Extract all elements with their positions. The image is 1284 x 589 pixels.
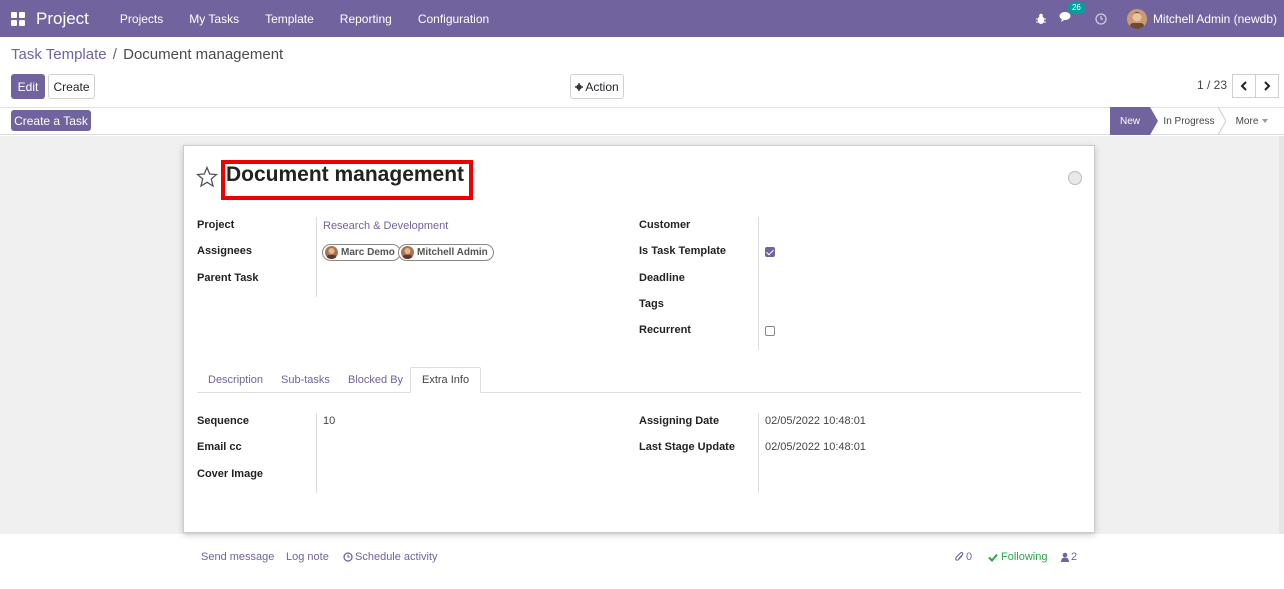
user-name[interactable]: Mitchell Admin (newdb)	[1153, 12, 1277, 26]
cover-image-label: Cover Image	[197, 468, 264, 480]
tab-extra-info[interactable]: Extra Info	[410, 367, 482, 393]
avatar	[401, 246, 414, 259]
chevron-right-icon	[1264, 81, 1271, 91]
field-divider	[316, 413, 317, 493]
breadcrumb: Task Template / Document management	[11, 46, 283, 63]
chat-count-badge: 26	[1067, 2, 1085, 14]
tab-sub-tasks[interactable]: Sub-tasks	[270, 367, 341, 393]
notebook-tabs: Description Sub-tasks Blocked By Extra I…	[197, 367, 1081, 393]
schedule-activity-label: Schedule activity	[355, 551, 438, 563]
pager-next-button[interactable]	[1255, 74, 1279, 98]
project-label: Project	[197, 219, 235, 231]
check-icon	[988, 553, 998, 562]
menu-reporting[interactable]: Reporting	[340, 12, 392, 26]
is-task-template-checkbox[interactable]	[765, 247, 775, 257]
apps-grid-icon[interactable]	[11, 11, 25, 26]
caret-down-icon	[1262, 119, 1269, 123]
task-title[interactable]: Document management	[226, 163, 464, 187]
avatar	[325, 246, 338, 259]
recurrent-label: Recurrent	[639, 324, 691, 336]
scrollbar[interactable]	[1279, 136, 1284, 534]
action-label: Action	[585, 79, 619, 94]
stage-separator	[1218, 107, 1226, 135]
form-sheet: Document management Project Research & D…	[183, 145, 1095, 533]
action-button[interactable]: Action	[570, 74, 624, 99]
chevron-left-icon	[1240, 81, 1247, 91]
assigning-date-label: Assigning Date	[639, 415, 720, 427]
assignee-tag[interactable]: Marc Demo	[322, 244, 401, 261]
assignee-name: Mitchell Admin	[417, 247, 488, 258]
menu-projects[interactable]: Projects	[120, 12, 163, 26]
create-button[interactable]: Create	[48, 74, 95, 99]
menu-configuration[interactable]: Configuration	[418, 12, 489, 26]
project-value[interactable]: Research & Development	[323, 220, 448, 232]
field-divider	[758, 413, 759, 493]
following-label: Following	[1001, 551, 1048, 563]
gear-icon	[575, 82, 584, 91]
edit-button[interactable]: Edit	[11, 74, 45, 99]
is-task-template-label: Is Task Template	[639, 245, 727, 257]
recurrent-checkbox[interactable]	[765, 326, 775, 336]
top-navbar: Project Projects My Tasks Template Repor…	[0, 0, 1284, 37]
assigning-date-value[interactable]: 02/05/2022 10:48:01	[765, 415, 866, 427]
kanban-state-circle[interactable]	[1068, 171, 1082, 185]
stage-in-progress[interactable]: In Progress	[1158, 107, 1220, 135]
create-task-button[interactable]: Create a Task	[11, 110, 91, 131]
send-message-button[interactable]: Send message	[201, 551, 274, 563]
assignee-tag[interactable]: Mitchell Admin	[398, 244, 494, 261]
attachments-count: 0	[966, 551, 973, 563]
stage-new-arrow	[1150, 107, 1158, 135]
messaging-menu[interactable]: 26	[1059, 2, 1085, 26]
stage-more-dropdown[interactable]: More	[1228, 107, 1276, 135]
star-icon[interactable]	[196, 166, 218, 188]
last-stage-update-label: Last Stage Update	[639, 441, 735, 453]
clock-icon	[343, 552, 353, 562]
menu-my-tasks[interactable]: My Tasks	[189, 12, 239, 26]
sequence-label: Sequence	[197, 415, 249, 427]
menu-template[interactable]: Template	[265, 12, 314, 26]
tab-blocked-by[interactable]: Blocked By	[337, 367, 414, 393]
paperclip-icon	[955, 552, 964, 561]
pager-previous-button[interactable]	[1232, 74, 1256, 98]
last-stage-update-value[interactable]: 02/05/2022 10:48:01	[765, 441, 866, 453]
field-divider	[316, 217, 317, 297]
app-brand[interactable]: Project	[36, 9, 89, 29]
tab-description[interactable]: Description	[197, 367, 274, 393]
assignees-label: Assignees	[197, 245, 253, 257]
attachments-button[interactable]: 0	[955, 551, 972, 563]
breadcrumb-current: Document management	[123, 46, 284, 63]
stage-new[interactable]: New	[1110, 107, 1150, 135]
pager-value[interactable]: 1 / 23	[1197, 78, 1227, 92]
user-avatar[interactable]	[1126, 8, 1147, 29]
activity-clock-icon[interactable]	[1095, 12, 1107, 25]
following-button[interactable]: Following	[988, 551, 1047, 563]
sequence-value[interactable]: 10	[323, 415, 335, 427]
user-icon	[1061, 552, 1069, 562]
form-statusbar	[0, 107, 1284, 135]
customer-label: Customer	[639, 219, 691, 231]
log-note-button[interactable]: Log note	[286, 551, 329, 563]
followers-button[interactable]: 2	[1061, 551, 1077, 563]
breadcrumb-separator: /	[112, 46, 117, 63]
deadline-label: Deadline	[639, 272, 685, 284]
email-cc-label: Email cc	[197, 441, 242, 453]
field-divider	[758, 217, 759, 350]
breadcrumb-parent[interactable]: Task Template	[11, 46, 107, 63]
schedule-activity-button[interactable]: Schedule activity	[343, 551, 438, 563]
assignee-name: Marc Demo	[341, 247, 395, 258]
stage-more-label: More	[1235, 115, 1259, 127]
tags-label: Tags	[639, 298, 664, 310]
parent-task-label: Parent Task	[197, 272, 259, 284]
bug-icon[interactable]	[1035, 13, 1047, 25]
followers-count: 2	[1071, 551, 1078, 563]
